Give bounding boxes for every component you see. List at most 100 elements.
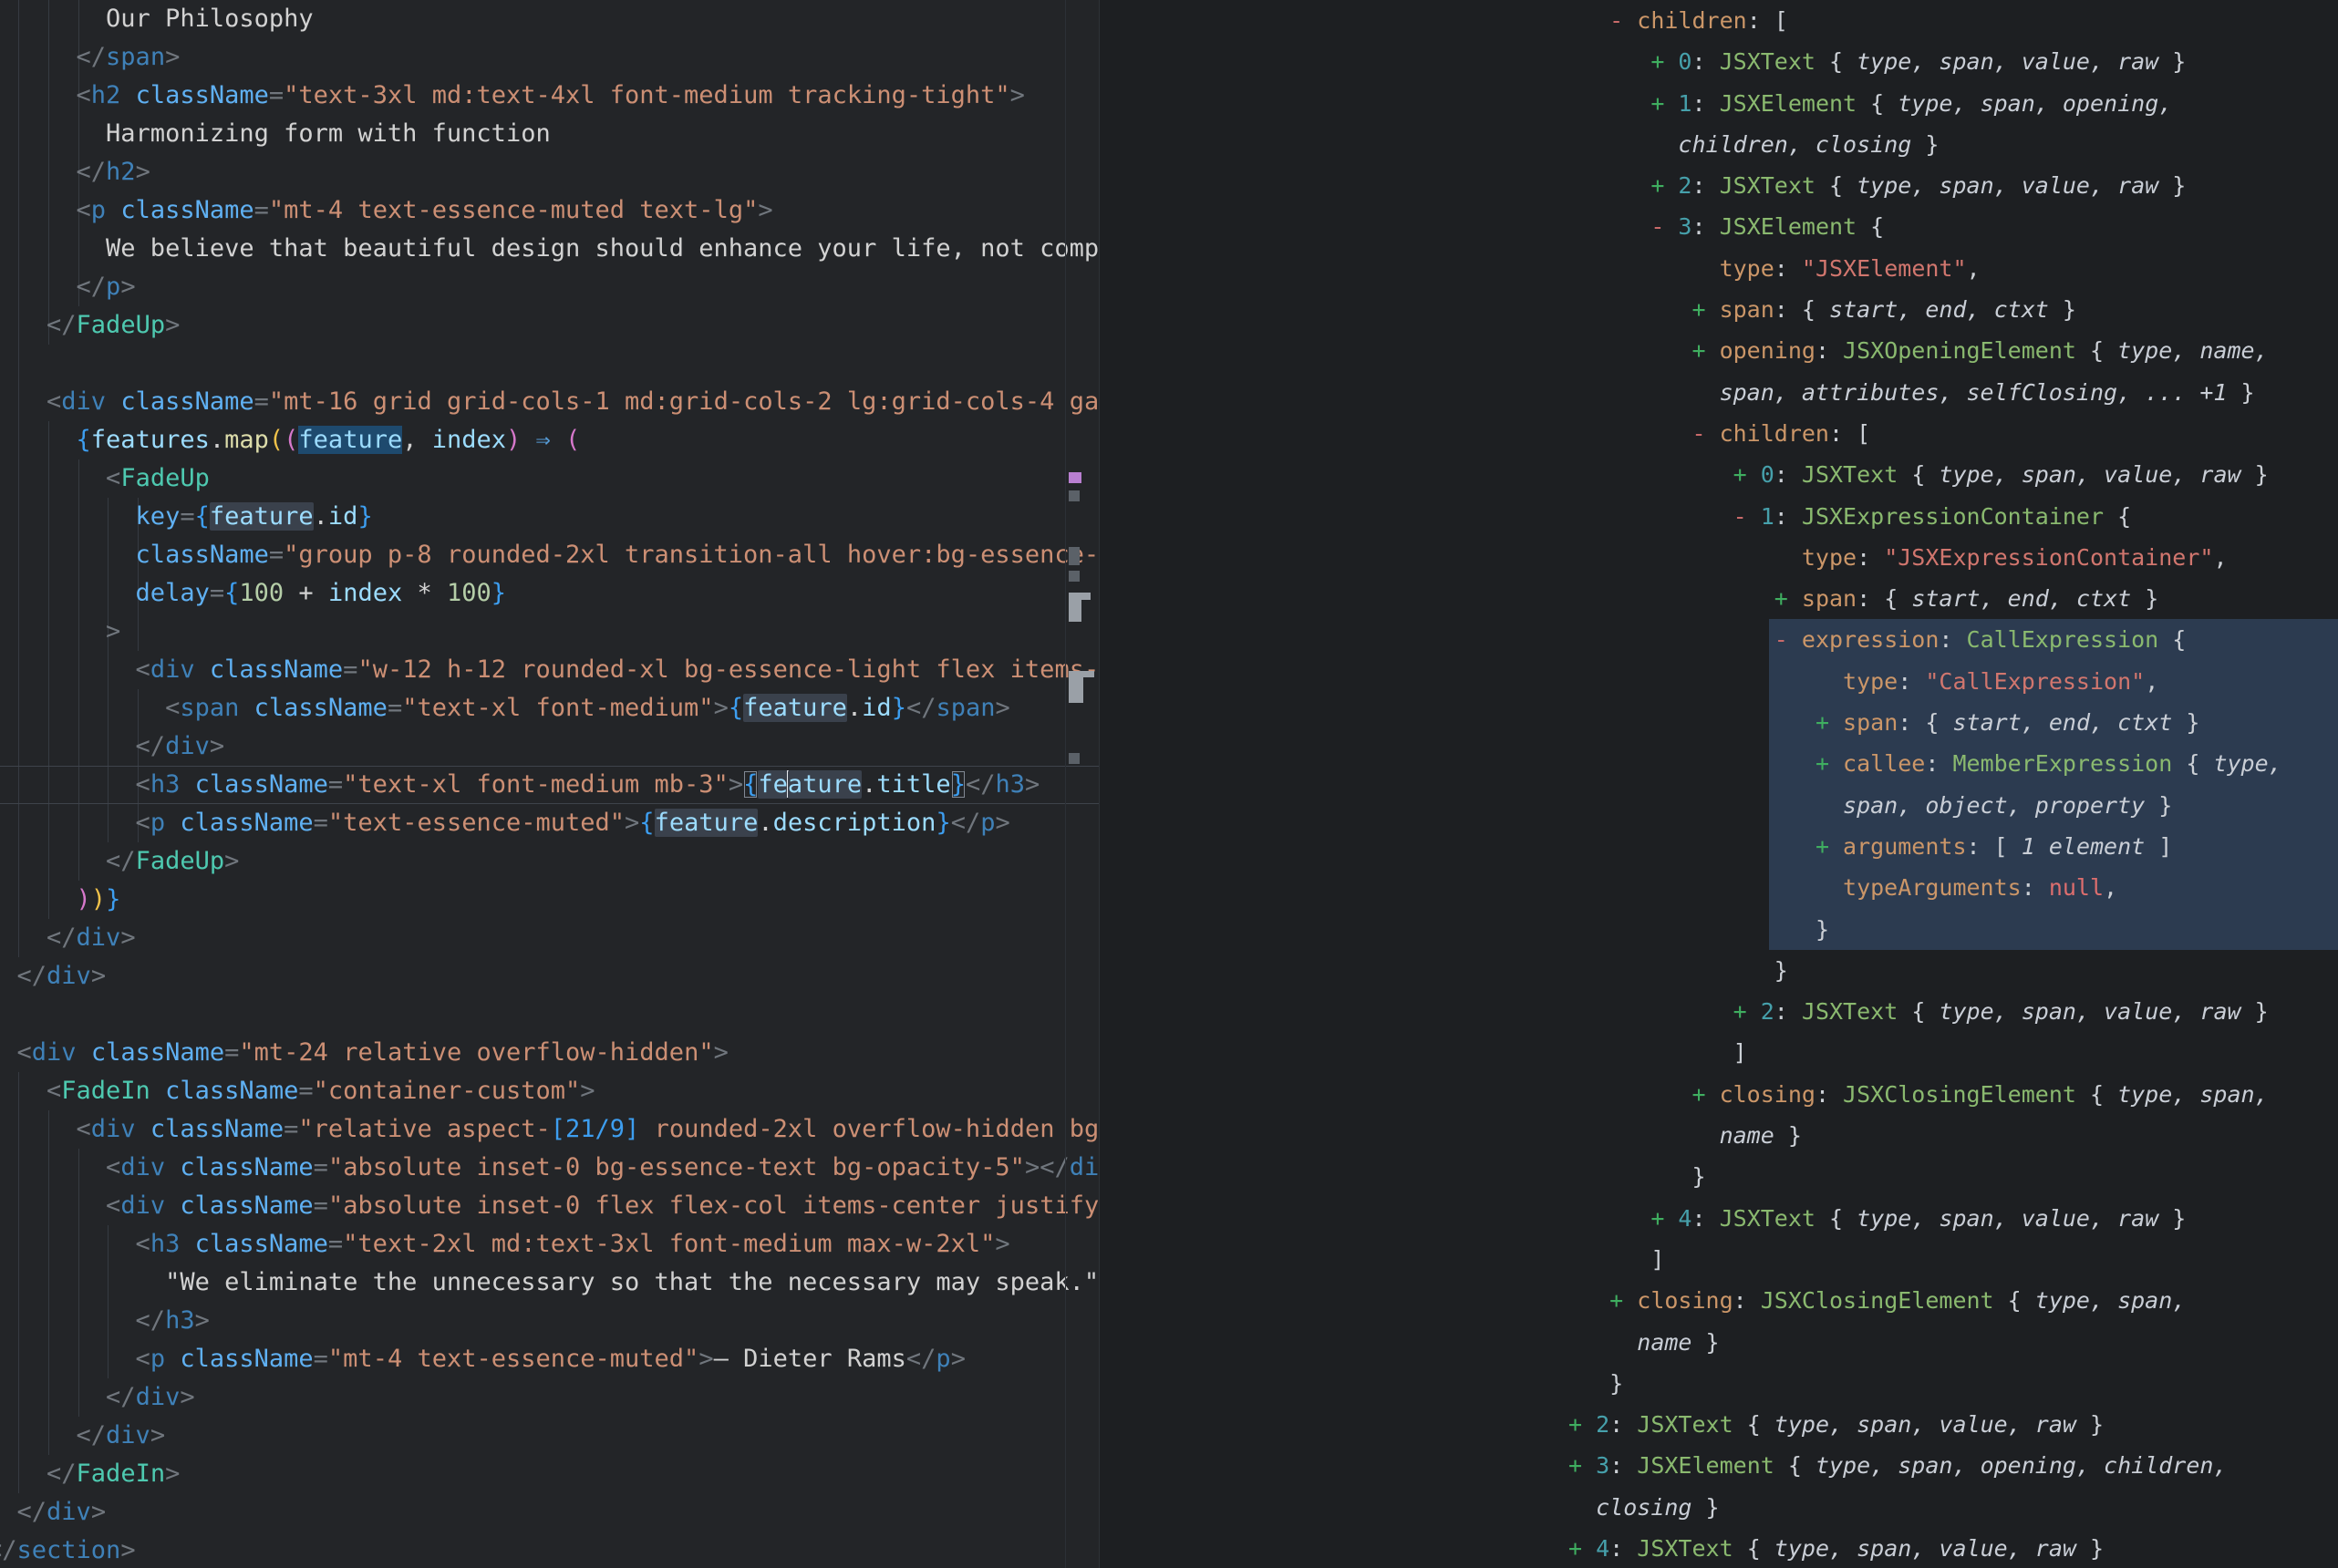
ast-line[interactable]: + 2: JSXText { type, span, value, raw } <box>1568 991 2338 1032</box>
code-line[interactable]: </FadeUp> <box>0 306 1099 345</box>
expand-toggle-icon[interactable]: + <box>1733 998 1761 1025</box>
code-line[interactable]: </FadeIn> <box>0 1455 1099 1493</box>
code-line[interactable]: </section> <box>0 1532 1099 1568</box>
ast-line[interactable]: + 2: JSXText { type, span, value, raw } <box>1568 165 2338 206</box>
ast-line[interactable]: ] <box>1568 1239 2338 1280</box>
code-line[interactable]: <h3 className="text-2xl md:text-3xl font… <box>0 1225 1099 1264</box>
code-line[interactable]: <h2 className="text-3xl md:text-4xl font… <box>0 77 1099 115</box>
ast-line[interactable]: children, closing } <box>1568 124 2338 165</box>
ast-line[interactable]: + span: { start, end, ctxt } <box>1568 289 2338 330</box>
ast-line[interactable]: + 0: JSXText { type, span, value, raw } <box>1568 41 2338 82</box>
code-line[interactable]: <div className="mt-16 grid grid-cols-1 m… <box>0 383 1099 421</box>
ast-line[interactable]: + 1: JSXElement { type, span, opening, <box>1568 83 2338 124</box>
code-line[interactable]: </div> <box>0 919 1099 957</box>
code-editor-pane[interactable]: Our Philosophy </span> <h2 className="te… <box>0 0 1099 1568</box>
ast-line[interactable]: name } <box>1568 1322 2338 1363</box>
code-line[interactable]: </div> <box>0 1417 1099 1455</box>
expand-toggle-icon[interactable]: + <box>1733 461 1761 488</box>
ast-tree-pane[interactable]: - children: [ + 0: JSXText { type, span,… <box>1099 0 2338 1568</box>
code-line[interactable]: "We eliminate the unnecessary so that th… <box>0 1264 1099 1302</box>
ast-line[interactable]: + span: { start, end, ctxt } <box>1568 702 2338 743</box>
code-line[interactable]: {features.map((feature, index) ⇒ ( <box>0 421 1099 459</box>
ast-line[interactable]: + 2: JSXText { type, span, value, raw } <box>1568 1404 2338 1445</box>
ast-line[interactable]: type: "JSXElement", <box>1568 248 2338 289</box>
code-line[interactable]: </p> <box>0 268 1099 306</box>
ast-line[interactable]: + closing: JSXClosingElement { type, spa… <box>1568 1074 2338 1115</box>
expand-toggle-icon[interactable]: + <box>1691 337 1719 364</box>
ast-line[interactable]: + span: { start, end, ctxt } <box>1568 578 2338 619</box>
expand-toggle-icon[interactable]: + <box>1650 172 1678 199</box>
ast-line[interactable]: type: "CallExpression", <box>1568 661 2338 702</box>
ast-line[interactable]: span, attributes, selfClosing, ... +1 } <box>1568 372 2338 413</box>
code-line[interactable]: </h2> <box>0 153 1099 191</box>
ast-line[interactable]: + 0: JSXText { type, span, value, raw } <box>1568 454 2338 495</box>
collapse-toggle-icon[interactable]: - <box>1733 503 1761 530</box>
code-line[interactable]: <p className="mt-4 text-essence-muted">—… <box>0 1340 1099 1378</box>
ast-line[interactable]: + opening: JSXOpeningElement { type, nam… <box>1568 330 2338 371</box>
ast-line[interactable]: - 3: JSXElement { <box>1568 206 2338 247</box>
code-line[interactable]: We believe that beautiful design should … <box>0 230 1099 268</box>
ast-line[interactable]: } <box>1568 1363 2338 1404</box>
expand-toggle-icon[interactable]: + <box>1816 833 1843 860</box>
ast-line[interactable]: } <box>1568 909 2338 950</box>
ast-line[interactable]: span, object, property } <box>1568 785 2338 826</box>
code-line[interactable] <box>0 995 1099 1034</box>
expand-toggle-icon[interactable]: + <box>1816 709 1843 736</box>
code-line[interactable]: </div> <box>0 727 1099 766</box>
code-line[interactable]: </h3> <box>0 1302 1099 1340</box>
ast-line[interactable]: ] <box>1568 1032 2338 1073</box>
code-line[interactable]: <div className="mt-24 relative overflow-… <box>0 1034 1099 1072</box>
ast-line[interactable]: + 4: JSXText { type, span, value, raw } <box>1568 1528 2338 1568</box>
code-line[interactable]: </div> <box>0 957 1099 995</box>
ast-line[interactable]: closing } <box>1568 1487 2338 1528</box>
code-line[interactable]: </div> <box>0 1493 1099 1532</box>
ast-line[interactable]: } <box>1568 950 2338 991</box>
code-line[interactable]: <div className="absolute inset-0 flex fl… <box>0 1187 1099 1225</box>
expand-toggle-icon[interactable]: + <box>1691 296 1719 323</box>
ast-line[interactable]: + 4: JSXText { type, span, value, raw } <box>1568 1198 2338 1239</box>
ast-line[interactable]: + closing: JSXClosingElement { type, spa… <box>1568 1280 2338 1321</box>
code-line[interactable]: Our Philosophy <box>0 0 1099 38</box>
expand-toggle-icon[interactable]: + <box>1568 1411 1596 1438</box>
ast-line[interactable]: - 1: JSXExpressionContainer { <box>1568 496 2338 537</box>
code-line[interactable]: <p className="text-essence-muted">{featu… <box>0 804 1099 842</box>
expand-toggle-icon[interactable]: + <box>1650 90 1678 117</box>
expand-toggle-icon[interactable]: + <box>1650 1205 1678 1232</box>
ast-line[interactable]: + arguments: [ 1 element ] <box>1568 826 2338 867</box>
overview-ruler[interactable] <box>1065 0 1099 1568</box>
collapse-toggle-icon[interactable]: - <box>1650 213 1678 240</box>
code-line[interactable]: ))} <box>0 881 1099 919</box>
ast-line[interactable]: + 3: JSXElement { type, span, opening, c… <box>1568 1445 2338 1486</box>
expand-toggle-icon[interactable]: + <box>1691 1081 1719 1108</box>
code-line[interactable]: className="group p-8 rounded-2xl transit… <box>0 536 1099 574</box>
expand-toggle-icon[interactable]: + <box>1650 48 1678 75</box>
expand-toggle-icon[interactable]: + <box>1816 750 1843 777</box>
code-line[interactable]: delay={100 + index * 100} <box>0 574 1099 613</box>
expand-toggle-icon[interactable]: + <box>1568 1535 1596 1562</box>
ast-line[interactable]: typeArguments: null, <box>1568 867 2338 908</box>
expand-toggle-icon[interactable]: + <box>1609 1287 1637 1314</box>
collapse-toggle-icon[interactable]: - <box>1774 626 1802 653</box>
code-line[interactable]: <FadeUp <box>0 459 1099 498</box>
ast-line[interactable]: + callee: MemberExpression { type, <box>1568 743 2338 784</box>
code-line[interactable]: </div> <box>0 1378 1099 1417</box>
ast-line[interactable]: - children: [ <box>1568 413 2338 454</box>
ast-line[interactable]: name } <box>1568 1115 2338 1156</box>
expand-toggle-icon[interactable]: + <box>1774 585 1802 612</box>
code-line[interactable]: <FadeIn className="container-custom"> <box>0 1072 1099 1110</box>
collapse-toggle-icon[interactable]: - <box>1609 7 1637 34</box>
code-line[interactable]: </FadeUp> <box>0 842 1099 881</box>
code-line[interactable] <box>0 345 1099 383</box>
code-line[interactable]: <span className="text-xl font-medium">{f… <box>0 689 1099 727</box>
expand-toggle-icon[interactable]: + <box>1568 1452 1596 1479</box>
collapse-toggle-icon[interactable]: - <box>1691 420 1719 447</box>
code-line[interactable]: key={feature.id} <box>0 498 1099 536</box>
code-line[interactable]: </span> <box>0 38 1099 77</box>
code-line[interactable]: <p className="mt-4 text-essence-muted te… <box>0 191 1099 230</box>
ast-line[interactable]: - children: [ <box>1568 0 2338 41</box>
ast-line[interactable]: } <box>1568 1156 2338 1197</box>
code-line[interactable]: Harmonizing form with function <box>0 115 1099 153</box>
code-line[interactable]: > <box>0 613 1099 651</box>
code-line[interactable]: <h3 className="text-xl font-medium mb-3"… <box>0 766 1099 804</box>
code-line[interactable]: <div className="relative aspect-[21/9] r… <box>0 1110 1099 1149</box>
